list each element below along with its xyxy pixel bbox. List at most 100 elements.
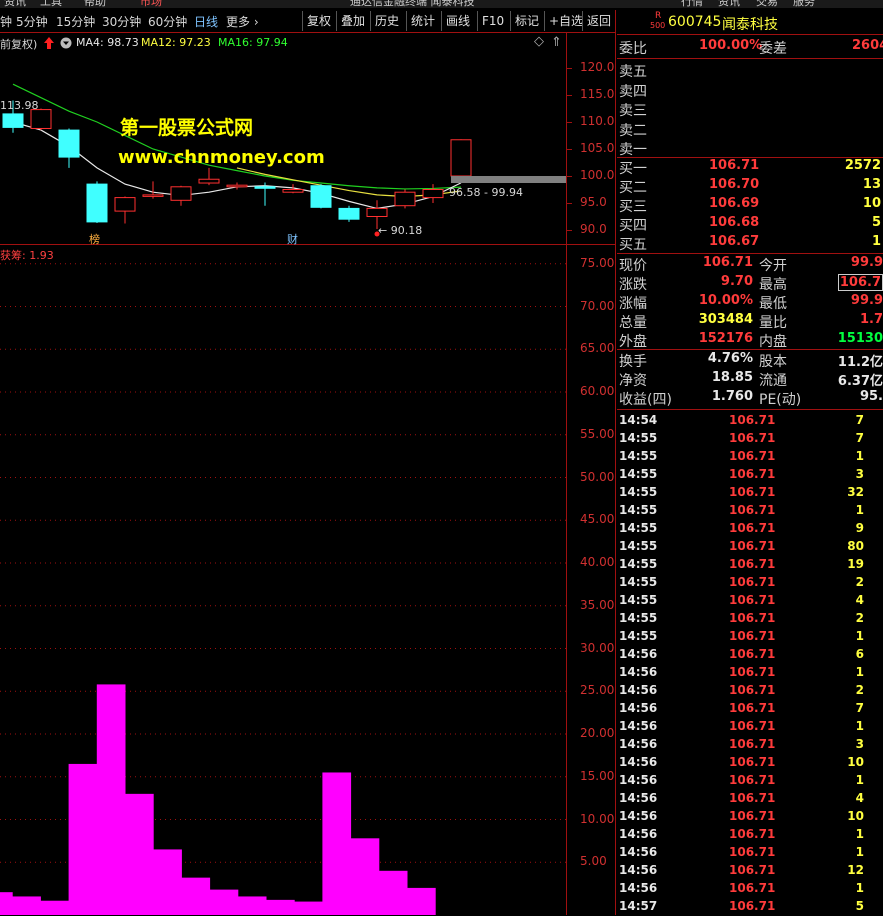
tick-row[interactable]: 14:56 106.71 10 — [617, 754, 883, 772]
candle-body[interactable] — [86, 183, 108, 223]
candle-body[interactable] — [338, 207, 360, 220]
toolbar-button-mark[interactable]: 标记 — [510, 11, 543, 31]
bid-row[interactable]: 买三 106.69 10 — [617, 196, 883, 215]
bid-row[interactable]: 买二 106.70 13 — [617, 177, 883, 196]
tick-row[interactable]: 14:55 106.71 2 — [617, 610, 883, 628]
indicator-bar[interactable] — [40, 900, 70, 915]
tick-row[interactable]: 14:55 106.71 1 — [617, 628, 883, 646]
menu-item-market[interactable]: 市场 — [140, 0, 162, 8]
period-tab-5min[interactable]: 5分钟 — [16, 13, 48, 30]
tick-row[interactable]: 14:57 106.71 5 — [617, 898, 883, 916]
candle-body[interactable] — [282, 189, 304, 193]
tick-row[interactable]: 14:56 106.71 2 — [617, 682, 883, 700]
candle-body[interactable] — [394, 191, 416, 207]
menu-item[interactable]: 资讯 — [4, 0, 26, 8]
tick-row[interactable]: 14:56 106.71 3 — [617, 736, 883, 754]
toolbar-button-fuquan[interactable]: 复权 — [302, 11, 335, 31]
period-tab[interactable]: 钟 — [0, 13, 12, 30]
candle-body[interactable] — [170, 186, 192, 201]
tick-row[interactable]: 14:56 106.71 7 — [617, 700, 883, 718]
toolbar-button-add-favorite[interactable]: +自选 — [544, 11, 587, 31]
candle-body[interactable] — [2, 113, 24, 128]
menu-item[interactable]: 服务 — [793, 0, 815, 8]
candle-body[interactable] — [254, 186, 276, 189]
tick-row[interactable]: 14:55 106.71 3 — [617, 466, 883, 484]
indicator-bar[interactable] — [350, 838, 380, 915]
tick-row[interactable]: 14:56 106.71 6 — [617, 646, 883, 664]
toolbar-button-history[interactable]: 历史 — [370, 11, 403, 31]
tick-row[interactable]: 14:56 106.71 1 — [617, 664, 883, 682]
period-tab-30min[interactable]: 30分钟 — [102, 13, 141, 30]
period-tab-daily[interactable]: 日线 — [194, 13, 218, 30]
ask-row[interactable]: 卖三 — [617, 100, 883, 119]
menu-item[interactable]: 资讯 — [718, 0, 740, 8]
tick-row[interactable]: 14:55 106.71 19 — [617, 556, 883, 574]
indicator-bar[interactable] — [96, 684, 126, 915]
bid-row[interactable]: 买四 106.68 5 — [617, 215, 883, 234]
candle-body[interactable] — [310, 185, 332, 208]
ask-row[interactable]: 卖四 — [617, 81, 883, 100]
ask-row[interactable]: 卖一 — [617, 139, 883, 158]
tick-row[interactable]: 14:56 106.71 1 — [617, 718, 883, 736]
tick-row[interactable]: 14:55 106.71 9 — [617, 520, 883, 538]
candle-body[interactable] — [226, 184, 248, 188]
tick-row[interactable]: 14:55 106.71 80 — [617, 538, 883, 556]
toolbar-button-overlay[interactable]: 叠加 — [336, 11, 369, 31]
toolbar-button-stats[interactable]: 统计 — [406, 11, 439, 31]
event-mark-cai[interactable]: 财 — [287, 231, 298, 247]
candle-body[interactable] — [114, 197, 136, 212]
tick-row[interactable]: 14:55 106.71 7 — [617, 430, 883, 448]
tick-row[interactable]: 14:56 106.71 10 — [617, 808, 883, 826]
indicator-bar[interactable] — [294, 901, 323, 915]
menu-item[interactable]: 交易 — [756, 0, 778, 8]
indicator-bar[interactable] — [125, 793, 154, 915]
candle-body[interactable] — [142, 194, 164, 197]
indicator-bar[interactable] — [68, 763, 98, 915]
period-tab-15min[interactable]: 15分钟 — [56, 13, 95, 30]
menu-item[interactable]: 帮助 — [84, 0, 106, 8]
menu-item[interactable]: 工具 — [40, 0, 62, 8]
tick-row[interactable]: 14:55 106.71 4 — [617, 592, 883, 610]
bid-row[interactable]: 买五 106.67 1 — [617, 234, 883, 253]
indicator-bar[interactable] — [12, 896, 41, 915]
candle-body[interactable] — [422, 189, 444, 199]
tick-row[interactable]: 14:56 106.71 1 — [617, 880, 883, 898]
tick-row[interactable]: 14:55 106.71 32 — [617, 484, 883, 502]
candle-body[interactable] — [198, 178, 220, 184]
candlestick-chart[interactable] — [0, 33, 566, 244]
tick-row[interactable]: 14:56 106.71 4 — [617, 790, 883, 808]
period-tab-60min[interactable]: 60分钟 — [148, 13, 187, 30]
indicator-bar[interactable] — [407, 887, 436, 915]
indicator-bar[interactable] — [378, 870, 408, 915]
tick-row[interactable]: 14:56 106.71 1 — [617, 772, 883, 790]
period-tab-more[interactable]: 更多 › — [226, 13, 259, 30]
tick-row[interactable]: 14:56 106.71 12 — [617, 862, 883, 880]
bid-row[interactable]: 买一 106.71 2572 — [617, 158, 883, 177]
indicator-bar[interactable] — [266, 899, 295, 915]
candle-body[interactable] — [366, 207, 388, 217]
indicator-bar[interactable] — [209, 889, 239, 915]
indicator-bar[interactable] — [181, 877, 211, 915]
toolbar-button-f10[interactable]: F10 — [477, 11, 508, 31]
tick-row[interactable]: 14:56 106.71 1 — [617, 826, 883, 844]
ask-row[interactable]: 卖二 — [617, 120, 883, 139]
tick-row[interactable]: 14:56 106.71 1 — [617, 844, 883, 862]
toolbar-button-back[interactable]: 返回 — [582, 11, 615, 31]
tick-row[interactable]: 14:55 106.71 1 — [617, 502, 883, 520]
candle-body[interactable] — [30, 109, 52, 129]
ask-row[interactable]: 卖五 — [617, 61, 883, 80]
indicator-bar[interactable] — [153, 849, 182, 915]
indicator-bar[interactable] — [0, 892, 13, 915]
menu-item[interactable]: 行情 — [681, 0, 703, 8]
candle-body[interactable] — [58, 129, 80, 158]
toolbar-button-draw[interactable]: 画线 — [441, 11, 474, 31]
indicator-chart[interactable] — [0, 245, 566, 915]
tick-row[interactable]: 14:55 106.71 2 — [617, 574, 883, 592]
tick-row[interactable]: 14:55 106.71 1 — [617, 448, 883, 466]
tick-row[interactable]: 14:54 106.71 7 — [617, 412, 883, 430]
low-price-label: ← 90.18 — [378, 224, 423, 237]
event-mark-bang[interactable]: 榜 — [89, 231, 100, 247]
indicator-bar[interactable] — [237, 896, 267, 915]
indicator-bar[interactable] — [322, 772, 352, 915]
candle-body[interactable] — [450, 139, 472, 177]
